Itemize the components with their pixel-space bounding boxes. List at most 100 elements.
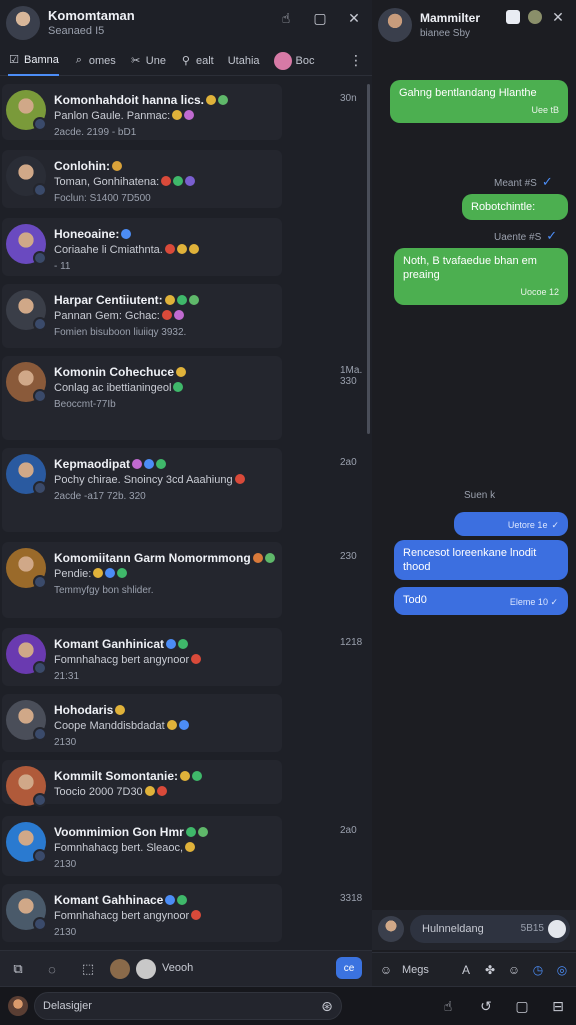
list-item[interactable]: Kepmaodipat Pochy chirae. Snoincy 3cd Aaa… <box>2 448 357 532</box>
emoji-icon <box>164 295 175 305</box>
crossed-icon: ✂ <box>131 55 141 67</box>
puzzle-icon[interactable]: ✤ <box>482 962 498 978</box>
font-icon[interactable]: A <box>458 962 474 978</box>
tab-bar: ☑ Bamna ⌕ omes ✂ Une ⚲ ealt Utahia Boc ⋮ <box>0 46 372 76</box>
list-item[interactable]: Hohodaris Coope Manddisbdadat 2130 <box>2 694 282 752</box>
emoji-icon <box>172 110 183 120</box>
list-item[interactable]: Komonin Cohechuce Conlag ac ibettianingeo… <box>2 356 362 440</box>
emoji-icon <box>185 176 196 186</box>
emoji-icon <box>197 827 208 837</box>
bookmark-icon[interactable]: ⊟ <box>550 998 566 1014</box>
mic-icon[interactable] <box>548 920 566 938</box>
message-bubble[interactable]: Tod0 Eleme 10 ✓ <box>394 587 568 615</box>
avatar[interactable] <box>6 6 40 40</box>
status-dot <box>33 849 47 863</box>
conversation-meta: Foclun: S1400 7D500 <box>54 193 151 204</box>
tab-une[interactable]: ✂ Une <box>130 46 166 76</box>
emoji-icon <box>178 639 189 649</box>
close-icon[interactable]: ✕ <box>550 9 566 25</box>
list-item[interactable]: Conlohin: Toman, Gonhihatena: Foclun: S140… <box>2 150 282 208</box>
conversation-name: Komonhahdoit hanna lics. <box>54 93 229 107</box>
message-bubble[interactable]: Gahng bentlandang Hlanthe Uee tB <box>390 80 568 123</box>
avatar[interactable] <box>378 8 412 42</box>
conversation-time: 3318 <box>340 893 363 904</box>
frame-icon[interactable]: ▢ <box>514 998 530 1014</box>
pin-icon[interactable]: ⧉ <box>10 961 26 977</box>
emoji-icon <box>264 553 275 563</box>
list-item[interactable]: Harpar Centiiutent: Pannan Gem: Gchac: Fom… <box>2 284 282 348</box>
message-input[interactable]: Hulnneldang 5B15 <box>410 915 570 943</box>
share-icon[interactable]: ↺ <box>478 998 494 1014</box>
list-item[interactable]: Komant Gahhinace Fomnhahacg bert angynoor… <box>2 884 362 942</box>
emoji-icon <box>161 176 172 186</box>
tab-bamna[interactable]: ☑ Bamna <box>8 46 59 76</box>
tab-omes[interactable]: ⌕ omes <box>73 46 116 76</box>
avatar <box>6 634 47 675</box>
emoji-icon <box>188 295 199 305</box>
globe-icon[interactable] <box>528 10 542 24</box>
chat-toolbar: ☺ Megs A ✤ ☺ ◷ ◎ <box>372 952 576 987</box>
list-item[interactable]: Kommilt Somontanie: Toocio 2000 7D30 <box>2 760 282 807</box>
emoji-icon <box>252 553 263 563</box>
square-icon[interactable]: ▢ <box>312 10 328 26</box>
message-bubble[interactable]: Noth, B tvafaedue bhan em preaing Uocoe … <box>394 248 568 305</box>
close-icon[interactable]: ✕ <box>346 10 362 26</box>
conversation-name: Komant Gahhinace <box>54 893 188 907</box>
hand-icon[interactable]: ☝ <box>440 998 456 1014</box>
emoji-icon <box>191 910 202 920</box>
avatar[interactable] <box>136 959 156 979</box>
conversation-name: Komonin Cohechuce <box>54 365 187 379</box>
message-bubble[interactable]: Rencesot loreenkane lnodit thood <box>394 540 568 580</box>
avatar[interactable] <box>110 959 130 979</box>
box-icon[interactable]: ⬚ <box>80 961 96 977</box>
emoji-icon <box>176 244 187 254</box>
emoji-icon <box>156 786 167 796</box>
list-item[interactable]: Komant Ganhinicat Fomnhahacg bert angynoo… <box>2 628 362 686</box>
emoji-icon <box>191 654 202 664</box>
message-bubble[interactable]: Robotchintle: <box>462 194 568 220</box>
avatar <box>6 224 47 265</box>
list-item[interactable]: Voommimion Gon Hmr Fomnhahacg bert. Sleao… <box>2 816 357 876</box>
account-subtitle: Seanaed I5 <box>48 25 105 37</box>
tab-ealt[interactable]: ⚲ ealt <box>180 46 214 76</box>
chat-icon[interactable]: ◌ <box>44 961 60 977</box>
scrollbar[interactable] <box>367 84 370 434</box>
tab-boc[interactable]: Boc <box>273 46 314 76</box>
tab-utahia[interactable]: Utahia <box>228 46 260 76</box>
chat-composer: Hulnneldang 5B15 <box>372 910 576 950</box>
conversation-name: Conlohin: <box>54 159 122 173</box>
emoji-icon <box>176 295 187 305</box>
settings-icon[interactable]: ◎ <box>554 962 570 978</box>
conversation-preview: Conlag ac ibettianingeol <box>54 382 184 394</box>
send-button[interactable]: ce <box>336 957 362 979</box>
check-icon: ✓ <box>546 228 558 243</box>
emoji-icon <box>192 771 203 781</box>
avatar[interactable] <box>8 996 28 1016</box>
status-dot <box>33 317 47 331</box>
account-title: Komomtaman <box>48 8 135 23</box>
conversation-meta: 21:31 <box>54 671 80 682</box>
avatar <box>6 548 47 589</box>
list-item[interactable]: Komonhahdoit hanna lics. Panlon Gaule. Pa… <box>2 84 357 140</box>
conversation-name: Kepmaodipat <box>54 457 167 471</box>
conversation-pane-header: Komomtaman Seanaed I5 ☝ ▢ ✕ <box>0 0 372 44</box>
more-icon[interactable]: ⋮ <box>348 52 364 69</box>
touch-icon[interactable]: ☝ <box>278 10 294 26</box>
mic-icon[interactable]: ⊛ <box>319 998 335 1014</box>
list-item[interactable]: Honeoaine: Coriaahe li Cmiathnta. - 11 <box>2 218 282 276</box>
emoji-icon[interactable]: ☺ <box>506 962 522 978</box>
cloud-icon[interactable] <box>506 10 520 24</box>
conversation-preview: Toocio 2000 7D30 <box>54 786 167 798</box>
conversation-name: Komomiitann Garm Nomormmong <box>54 551 275 565</box>
conversation-meta: Temmyfgy bon shlider. <box>54 585 154 596</box>
list-item[interactable]: Komomiitann Garm Nomormmong Pendie: Temmyf… <box>2 542 357 618</box>
conversation-name: Hohodaris <box>54 703 126 717</box>
status-dot <box>33 117 47 131</box>
emoji-icon <box>156 459 167 469</box>
conversation-time: 1218 <box>340 637 363 648</box>
bottom-input[interactable]: Delasigjer ⊛ <box>34 992 342 1020</box>
avatar[interactable] <box>378 916 404 942</box>
clock-icon[interactable]: ◷ <box>530 962 546 978</box>
message-bubble[interactable]: Uetore 1e ✓ <box>454 512 568 536</box>
avatar-icon[interactable]: ☺ <box>378 962 394 978</box>
